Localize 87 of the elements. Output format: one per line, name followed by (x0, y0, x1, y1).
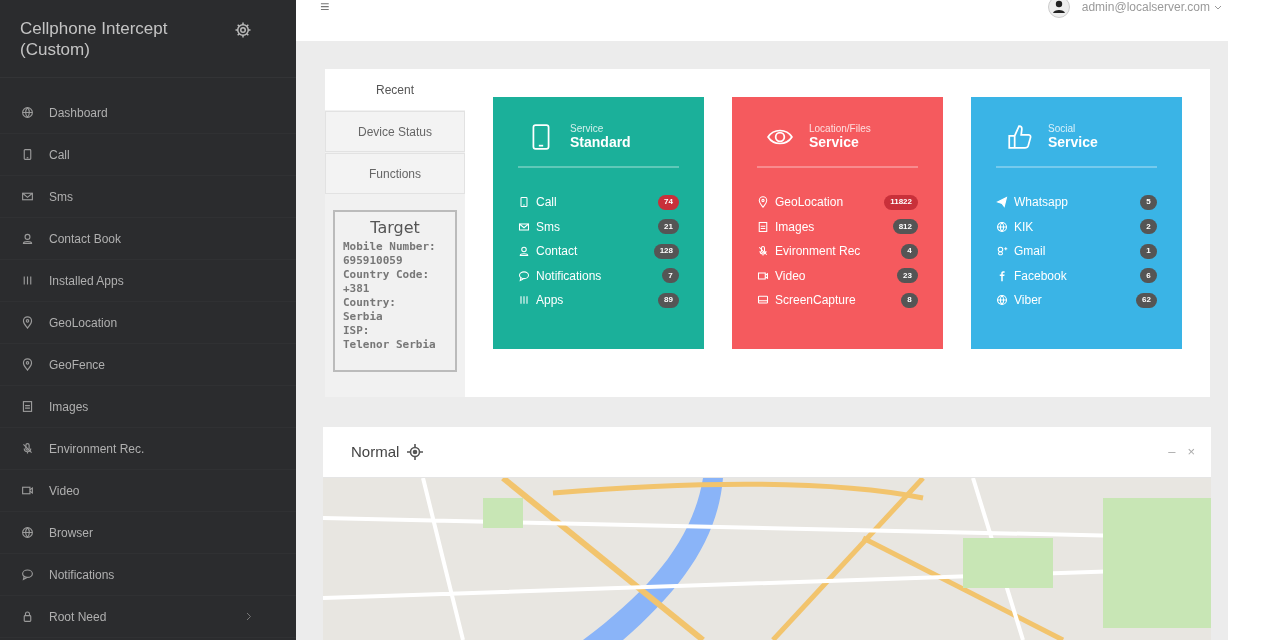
count-badge: 1 (1140, 243, 1157, 259)
phone-icon (21, 148, 34, 161)
target-info-line: 695910059 (343, 254, 404, 268)
chevron-right-icon (246, 612, 252, 621)
picture-icon (757, 220, 769, 233)
minimize-button[interactable]: – (1168, 442, 1176, 462)
globe-icon (996, 294, 1008, 307)
paper-plane-icon (996, 196, 1008, 209)
settings-icon[interactable] (234, 21, 252, 39)
speech-bubble-icon (518, 269, 530, 282)
service-item[interactable]: Sms (536, 217, 653, 236)
count-badge: 8 (901, 292, 918, 308)
envelope-icon (518, 220, 530, 233)
service-item[interactable]: ScreenCapture (775, 291, 895, 310)
count-badge: 62 (1136, 292, 1157, 308)
user-avatar-icon (1047, 0, 1070, 18)
picture-icon (21, 400, 34, 413)
g-plus-icon (996, 245, 1008, 258)
tab[interactable]: Device Status (325, 111, 465, 152)
map-pin-icon (21, 358, 34, 371)
globe-icon (996, 220, 1008, 233)
video-camera-icon (757, 269, 769, 282)
card-title: Standard (570, 134, 631, 151)
map-title: Normal (351, 441, 400, 462)
person-icon (21, 232, 34, 245)
speech-bubble-icon (21, 568, 34, 581)
count-badge: 74 (658, 194, 679, 210)
count-badge: 4 (901, 243, 918, 259)
target-info-line: +381 (343, 282, 371, 296)
count-badge: 21 (658, 219, 679, 235)
map-pin-icon (21, 316, 34, 329)
service-item[interactable]: KIK (1014, 217, 1134, 236)
count-badge: 2 (1140, 219, 1157, 235)
envelope-icon (21, 190, 34, 203)
count-badge: 812 (892, 219, 918, 235)
video-camera-icon (21, 484, 34, 497)
globe-icon (21, 526, 34, 539)
service-item[interactable]: Gmail (1014, 242, 1134, 261)
phone-icon (518, 196, 530, 209)
count-badge: 23 (897, 268, 918, 284)
count-badge: 128 (653, 243, 679, 259)
menu-icon[interactable]: ≡ (320, 0, 330, 14)
tab[interactable]: Functions (325, 153, 465, 194)
service-item[interactable]: GeoLocation (775, 193, 879, 212)
service-item[interactable]: Whatsapp (1014, 193, 1134, 212)
count-badge: 11822 (884, 194, 918, 210)
target-info-line: Serbia (343, 310, 384, 324)
globe-icon (21, 106, 34, 119)
card-subtitle: Service (570, 123, 605, 134)
service-item[interactable]: Viber (1014, 291, 1131, 310)
bars-icon (21, 274, 34, 287)
service-item[interactable]: Images (775, 217, 887, 236)
microphone-icon (21, 442, 34, 455)
tab[interactable]: Recent (325, 69, 465, 110)
target-info-line: Country Code: (343, 268, 431, 282)
microphone-icon (757, 245, 769, 258)
service-item[interactable]: Video (775, 266, 892, 285)
card-title: Service (809, 134, 860, 151)
target-info-line: Country: (343, 296, 397, 310)
map-pin-icon (757, 196, 769, 209)
service-item[interactable]: Facebook (1014, 266, 1134, 285)
target-info-line: ISP: (343, 324, 371, 338)
user-menu[interactable]: admin@localserver.com (1081, 0, 1222, 16)
count-badge: 5 (1140, 194, 1157, 210)
service-item[interactable]: Notifications (536, 266, 656, 285)
lock-icon (21, 610, 34, 623)
service-item[interactable]: Evironment Rec (775, 242, 895, 261)
target-info-line: Mobile Number: (343, 240, 437, 254)
caret-icon (1214, 4, 1222, 10)
person-icon (518, 245, 530, 258)
target-title: Target (369, 217, 421, 239)
target-info-line: Telenor Serbia (343, 338, 437, 352)
count-badge: 7 (662, 268, 679, 284)
service-item[interactable]: Call (536, 193, 653, 212)
crosshair-icon[interactable] (407, 444, 424, 460)
card-subtitle: Location/Files (809, 123, 871, 134)
count-badge: 6 (1140, 268, 1157, 284)
close-button[interactable]: × (1187, 442, 1195, 462)
count-badge: 89 (658, 292, 679, 308)
card-subtitle: Social (1048, 123, 1077, 134)
app-title: Cellphone Intercept (Custom) (20, 18, 169, 60)
service-item[interactable]: Contact (536, 242, 648, 261)
bars-icon (518, 294, 530, 307)
card-title: Service (1048, 134, 1098, 151)
thumbs-up-icon (1006, 122, 1032, 152)
monitor-icon (757, 294, 769, 307)
service-item[interactable]: Apps (536, 291, 653, 310)
